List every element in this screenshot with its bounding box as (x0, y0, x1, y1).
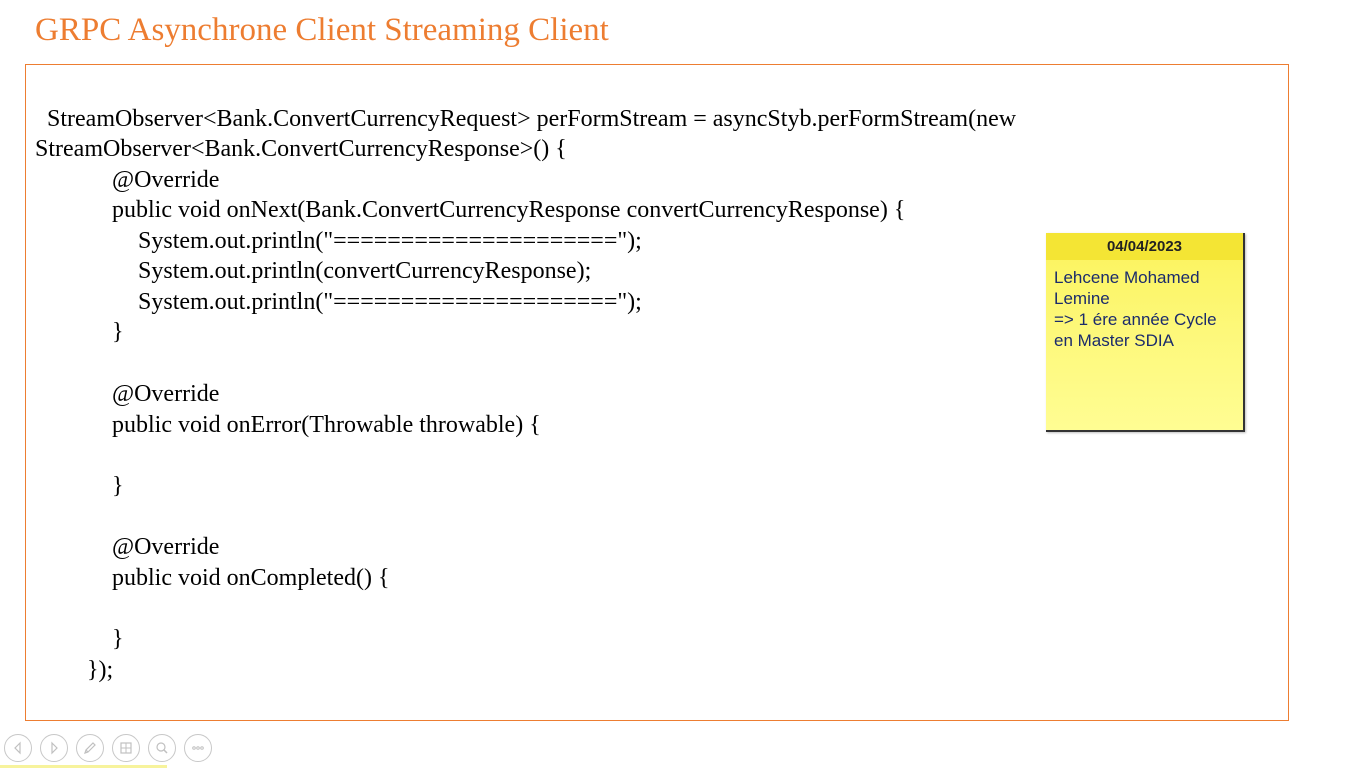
pen-icon (84, 742, 96, 754)
slide-title: GRPC Asynchrone Client Streaming Client (35, 12, 609, 48)
previous-slide-button[interactable] (4, 734, 32, 762)
more-options-button[interactable] (184, 734, 212, 762)
slideshow-toolbar (4, 734, 212, 764)
pen-tool-button[interactable] (76, 734, 104, 762)
code-line: } (112, 473, 124, 499)
sticky-note-line: en Master SDIA (1054, 331, 1174, 350)
next-slide-button[interactable] (40, 734, 68, 762)
code-line: } (112, 319, 124, 345)
code-line: @Override (112, 167, 220, 193)
code-line: System.out.println(convertCurrencyRespon… (138, 258, 592, 284)
code-line: } (112, 626, 124, 652)
code-line: StreamObserver<Bank.ConvertCurrencyReque… (41, 106, 1017, 132)
sticky-note-line: => 1 ére année Cycle (1054, 310, 1217, 329)
code-line: System.out.println("====================… (138, 289, 642, 315)
slides-grid-icon (120, 742, 132, 754)
code-line: public void onError(Throwable throwable)… (112, 412, 541, 438)
sticky-note-body: Lehcene Mohamed Lemine => 1 ére année Cy… (1046, 260, 1243, 351)
sticky-note-date: 04/04/2023 (1046, 233, 1243, 260)
zoom-button[interactable] (148, 734, 176, 762)
code-line: @Override (112, 381, 220, 407)
zoom-icon (156, 742, 168, 754)
code-line: public void onCompleted() { (112, 565, 390, 591)
code-line: public void onNext(Bank.ConvertCurrencyR… (112, 197, 906, 223)
code-line: }); (87, 657, 114, 683)
code-line: @Override (112, 534, 220, 560)
see-all-slides-button[interactable] (112, 734, 140, 762)
sticky-note-line: Lemine (1054, 289, 1110, 308)
sticky-note-line: Lehcene Mohamed (1054, 268, 1200, 287)
next-icon (51, 741, 58, 755)
sticky-note[interactable]: 04/04/2023 Lehcene Mohamed Lemine => 1 é… (1046, 233, 1245, 432)
code-line: StreamObserver<Bank.ConvertCurrencyRespo… (35, 136, 567, 162)
code-line: System.out.println("====================… (138, 228, 642, 254)
previous-icon (14, 741, 21, 755)
more-options-icon (192, 746, 204, 750)
